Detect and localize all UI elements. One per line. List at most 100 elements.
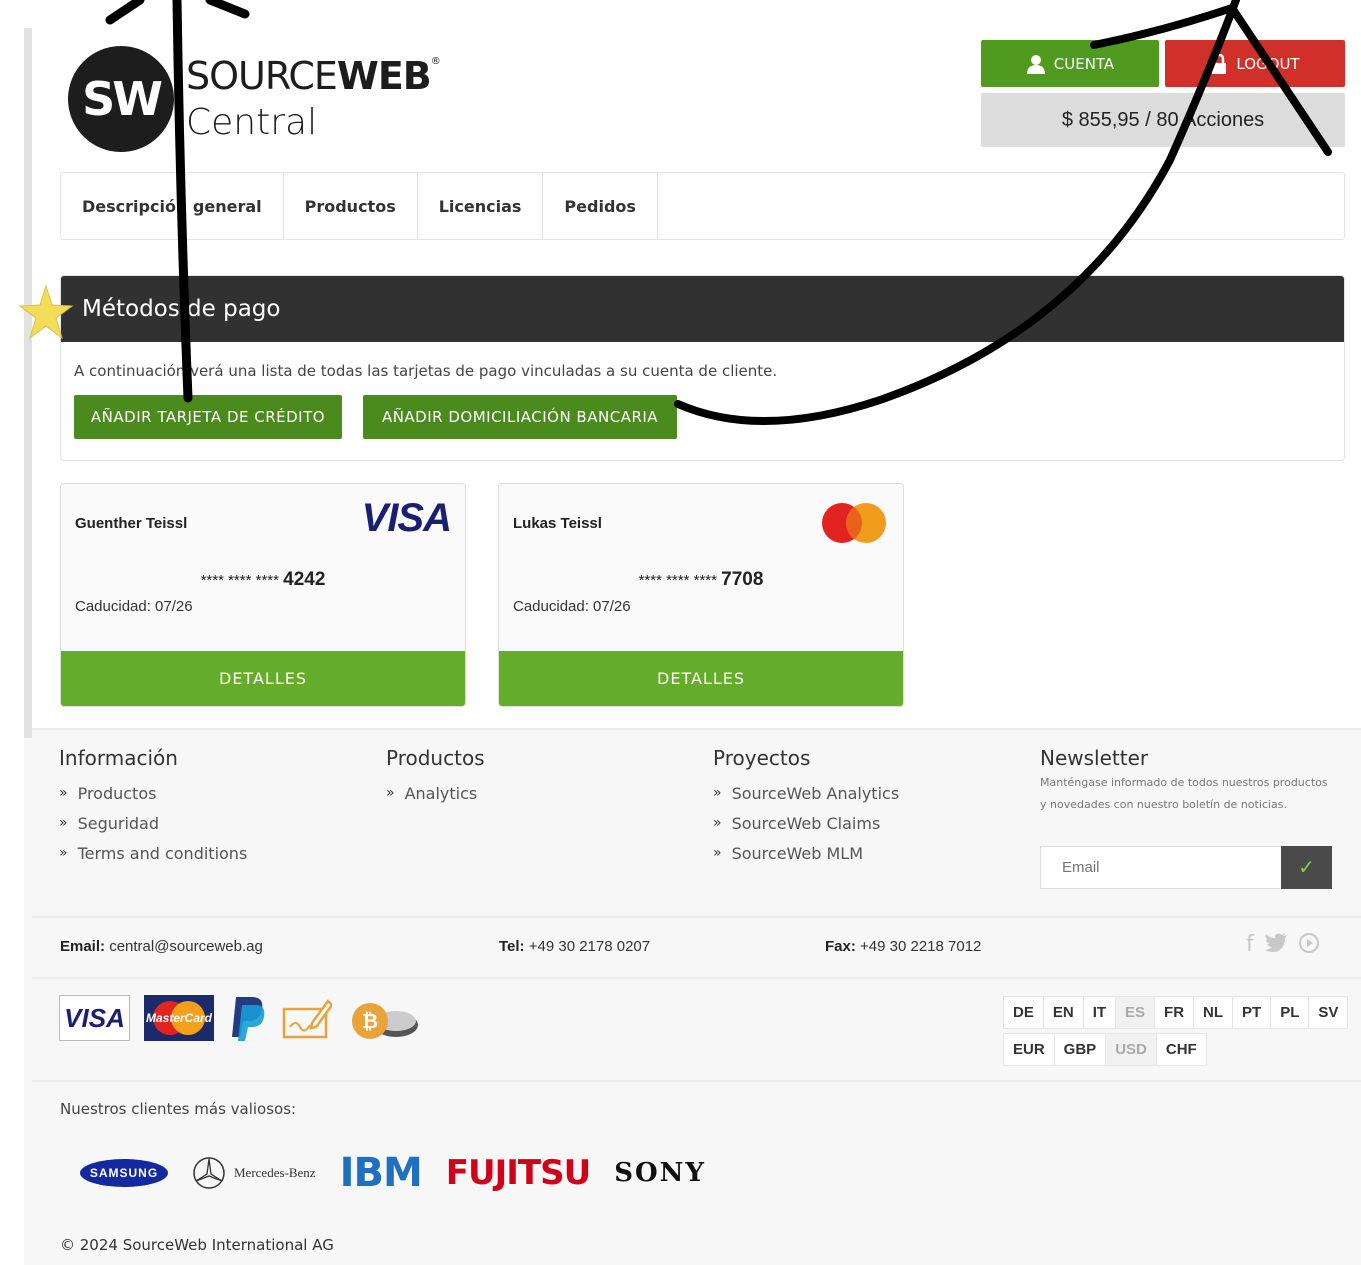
logout-button[interactable]: LOGOUT: [1165, 40, 1345, 87]
visa-payment-logo: VISA: [59, 995, 130, 1041]
footer-link[interactable]: » Seguridad: [59, 808, 247, 838]
copyright: © 2024 SourceWeb International AG: [60, 1236, 334, 1254]
double-chevron-icon: »: [59, 845, 68, 861]
newsletter-submit-button[interactable]: ✓: [1281, 846, 1332, 889]
footer-link[interactable]: » SourceWeb Analytics: [713, 778, 899, 808]
payment-card: Lukas Teissl **** **** **** 7708 Caducid…: [498, 483, 904, 707]
footer-col-newsletter: Newsletter Manténgase informado de todos…: [1040, 746, 1330, 816]
card-number: **** **** **** 7708: [638, 569, 764, 590]
double-chevron-icon: »: [59, 785, 68, 801]
client-logos: SAMSUNG Mercedes-Benz IBM FUJITSU SONY: [80, 1150, 706, 1196]
language-option-active[interactable]: ES: [1115, 996, 1156, 1029]
double-chevron-icon: »: [59, 815, 68, 831]
samsung-logo: SAMSUNG: [80, 1159, 168, 1187]
nav-item-products[interactable]: Productos: [284, 173, 418, 239]
nav-item-orders[interactable]: Pedidos: [543, 173, 658, 239]
panel-title: Métodos de pago: [61, 276, 1344, 342]
nav-item-overview[interactable]: Descripción general: [61, 173, 284, 239]
logout-label: LOGOUT: [1236, 54, 1300, 73]
card-expiry: Caducidad: 07/26: [513, 598, 631, 615]
language-option[interactable]: FR: [1154, 996, 1195, 1029]
currency-option-active[interactable]: USD: [1105, 1033, 1157, 1066]
sony-logo: SONY: [614, 1158, 706, 1188]
logo-subtitle: Central: [186, 102, 318, 143]
divider: [32, 916, 1361, 918]
bitcoin-icon: ₿: [352, 1003, 418, 1039]
check-payment-icon: [282, 999, 332, 1039]
paypal-icon: [232, 997, 265, 1041]
checkmark-icon: ✓: [1298, 857, 1315, 879]
double-chevron-icon: »: [386, 785, 395, 801]
footer-link[interactable]: » SourceWeb MLM: [713, 838, 899, 868]
footer-col-projects: Proyectos » SourceWeb Analytics » SourceWe…: [713, 746, 899, 868]
twitter-icon[interactable]: [1264, 932, 1288, 954]
account-button[interactable]: CUENTA: [981, 40, 1159, 87]
contact-fax: Fax: +49 30 2218 7012: [825, 938, 982, 955]
footer-col-info: Información » Productos » Seguridad » Terms…: [59, 746, 247, 868]
arrowhead-left-icon: [105, 0, 250, 25]
nav-item-licenses[interactable]: Licencias: [418, 173, 544, 239]
footer-heading: Proyectos: [713, 746, 811, 770]
fujitsu-logo: FUJITSU: [445, 1153, 591, 1193]
currency-option[interactable]: GBP: [1053, 1033, 1107, 1066]
double-chevron-icon: »: [713, 815, 722, 831]
cardholder-name: Lukas Teissl: [513, 515, 602, 532]
social-links: f: [1246, 932, 1320, 957]
language-option[interactable]: NL: [1193, 996, 1234, 1029]
double-chevron-icon: »: [713, 785, 722, 801]
newsletter-email-input[interactable]: [1040, 846, 1282, 889]
account-label: CUENTA: [1053, 54, 1115, 73]
star-icon: [18, 284, 74, 340]
user-icon: [1026, 54, 1045, 74]
sourceweb-logo[interactable]: SW SOURCEWEB® Central: [68, 46, 441, 156]
currency-selector: EUR GBP USD CHF: [1003, 1033, 1207, 1066]
footer-link[interactable]: » Terms and conditions: [59, 838, 247, 868]
currency-option[interactable]: EUR: [1003, 1033, 1055, 1066]
mastercard-logo: [822, 503, 886, 543]
double-chevron-icon: »: [713, 845, 722, 861]
card-expiry: Caducidad: 07/26: [75, 598, 193, 615]
footer-link[interactable]: » Productos: [59, 778, 247, 808]
left-border: [24, 28, 32, 738]
footer-heading: Newsletter: [1040, 746, 1149, 770]
language-option[interactable]: EN: [1042, 996, 1084, 1029]
balance-display: $ 855,95 / 80 Acciones: [981, 93, 1345, 147]
newsletter-text: Manténgase informado de todos nuestros p…: [1040, 776, 1328, 811]
footer-heading: Información: [59, 746, 178, 770]
card-details-button[interactable]: DETALLES: [61, 651, 465, 706]
footer-link[interactable]: » SourceWeb Claims: [713, 808, 899, 838]
footer-link[interactable]: » Analytics: [386, 778, 485, 808]
logo-brand: SOURCEWEB®: [186, 54, 441, 98]
mercedes-star-icon: [193, 1157, 225, 1189]
mercedes-logo: Mercedes-Benz: [192, 1156, 316, 1190]
payment-methods-panel: Métodos de pago A continuación verá una …: [60, 275, 1345, 461]
add-credit-card-button[interactable]: AÑADIR TARJETA DE CRÉDITO: [74, 395, 342, 439]
footer-heading: Productos: [386, 746, 485, 770]
card-number: **** **** **** 4242: [200, 569, 326, 590]
language-option[interactable]: PT: [1232, 996, 1272, 1029]
add-direct-debit-button[interactable]: AÑADIR DOMICILIACIÓN BANCARIA: [363, 395, 677, 439]
ibm-logo: IBM: [339, 1150, 423, 1196]
payment-card: Guenther Teissl VISA **** **** **** 4242…: [60, 483, 466, 707]
logo-circle: SW: [68, 46, 174, 152]
mastercard-payment-logo: MasterCard: [144, 995, 214, 1041]
panel-description: A continuación verá una lista de todas l…: [74, 362, 778, 380]
divider: [32, 977, 1361, 979]
contact-tel: Tel: +49 30 2178 0207: [499, 938, 651, 955]
language-selector: DE EN IT ES FR NL PT PL SV: [1003, 996, 1349, 1029]
payment-logos: VISA MasterCard ₿: [59, 995, 420, 1041]
contact-email: Email: central@sourceweb.ag: [60, 938, 263, 955]
visa-logo: VISA: [361, 496, 452, 540]
card-details-button[interactable]: DETALLES: [499, 651, 903, 706]
language-option[interactable]: IT: [1082, 996, 1117, 1029]
language-option[interactable]: SV: [1308, 996, 1349, 1029]
clients-label: Nuestros clientes más valiosos:: [60, 1100, 297, 1118]
language-option[interactable]: PL: [1270, 996, 1310, 1029]
main-nav: Descripción general Productos Licencias …: [60, 172, 1345, 240]
facebook-icon[interactable]: f: [1246, 932, 1254, 957]
currency-option[interactable]: CHF: [1155, 1033, 1207, 1066]
language-option[interactable]: DE: [1003, 996, 1044, 1029]
play-circle-icon[interactable]: [1298, 932, 1320, 954]
lock-icon: [1212, 53, 1227, 74]
footer-col-products: Productos » Analytics: [386, 746, 485, 808]
